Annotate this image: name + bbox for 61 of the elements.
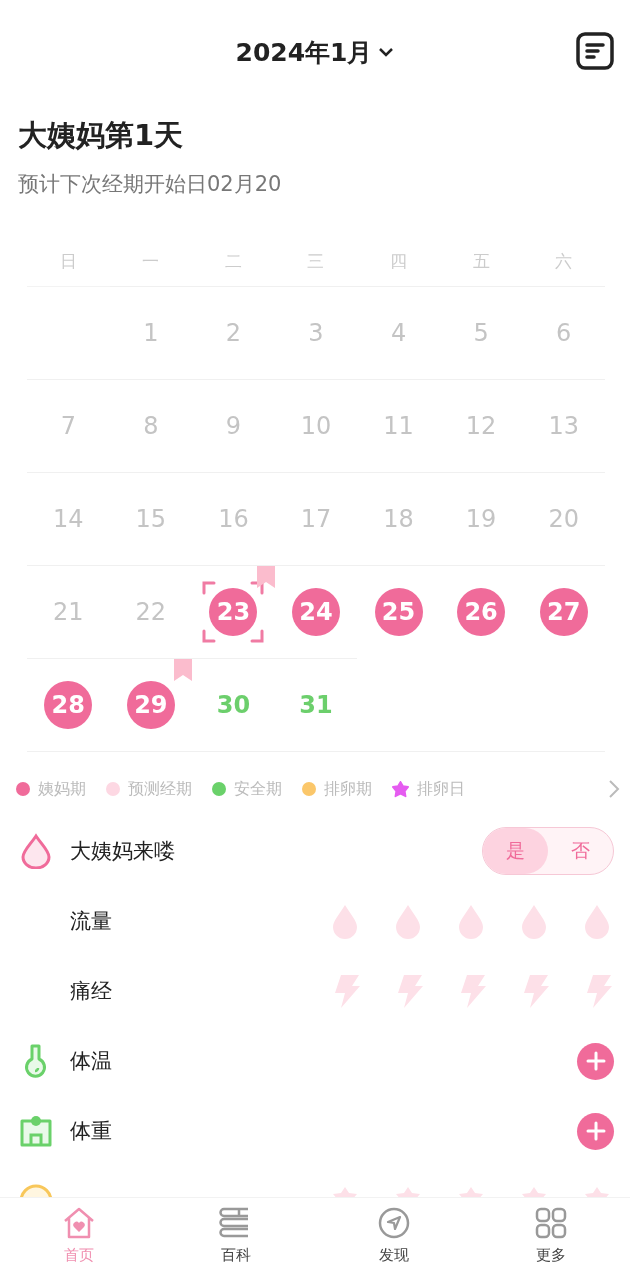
calendar-day[interactable]: 9	[209, 402, 258, 450]
nav-tab[interactable]: 更多	[472, 1198, 630, 1280]
period-day[interactable]: 26	[457, 588, 506, 636]
calendar-day[interactable]: 14	[44, 495, 93, 543]
calendar-day[interactable]: 18	[374, 495, 423, 543]
calendar-day[interactable]: 13	[539, 402, 588, 450]
calendar-day[interactable]: 30	[209, 681, 258, 729]
record-label: 大姨妈来喽	[70, 838, 175, 865]
period-day[interactable]: 28	[44, 681, 93, 729]
calendar-day[interactable]: 16	[209, 495, 258, 543]
record-label: 流量	[70, 908, 112, 935]
nav-tab[interactable]: 发现	[315, 1198, 473, 1280]
month-picker[interactable]: 2024年1月	[235, 35, 395, 69]
plus-icon	[585, 1121, 606, 1141]
calendar-day[interactable]: 11	[374, 402, 423, 450]
calendar-day[interactable]: 21	[44, 588, 93, 636]
notes-button[interactable]	[576, 32, 614, 70]
calendar-day[interactable]: 31	[292, 681, 340, 729]
calendar-day[interactable]: 8	[126, 402, 175, 450]
add-button[interactable]	[577, 1042, 614, 1080]
calendar-day[interactable]: 15	[126, 495, 175, 543]
calendar-day[interactable]: 17	[292, 495, 340, 543]
period-day[interactable]: 29	[126, 681, 175, 729]
caret-icon	[378, 46, 395, 58]
calendar-day[interactable]: 1	[126, 309, 175, 357]
calendar-day[interactable]: 12	[457, 402, 506, 450]
period-day[interactable]: 23	[209, 588, 258, 636]
legend-label: 姨妈期	[38, 778, 86, 800]
period-day[interactable]: 25	[374, 588, 423, 636]
legend-label: 预测经期	[128, 778, 192, 800]
calendar-day[interactable]: 7	[44, 402, 93, 450]
legend-label: 排卵期	[324, 778, 372, 800]
nav-tab[interactable]: 百科	[157, 1198, 315, 1280]
toggle-option[interactable]: 否	[548, 828, 613, 874]
legend-label: 排卵日	[417, 778, 465, 800]
calendar-day[interactable]: 5	[457, 309, 506, 357]
cycle-day-title: 大姨妈第1天	[18, 117, 185, 154]
period-day[interactable]: 24	[292, 588, 340, 636]
calendar-day[interactable]: 4	[374, 309, 423, 357]
legend-label: 安全期	[234, 778, 282, 800]
calendar-day[interactable]: 10	[292, 402, 340, 450]
add-button[interactable]	[577, 1112, 614, 1150]
next-period-text: 预计下次经期开始日02月20	[18, 171, 283, 198]
calendar-day[interactable]: 6	[539, 309, 588, 357]
compass-icon	[376, 1206, 411, 1240]
grid-icon	[534, 1206, 569, 1240]
calendar-day[interactable]: 19	[457, 495, 506, 543]
calendar-day[interactable]: 3	[292, 309, 340, 357]
chevron-right-icon[interactable]	[608, 779, 620, 799]
scale-icon	[18, 1113, 54, 1149]
nav-tab[interactable]: 首页	[0, 1198, 158, 1280]
calendar-day[interactable]: 2	[209, 309, 258, 357]
period-day[interactable]: 27	[539, 588, 588, 636]
record-label: 体重	[70, 1118, 112, 1145]
toggle-option[interactable]: 是	[483, 828, 548, 874]
record-label: 痛经	[70, 978, 112, 1005]
record-label: 体温	[70, 1048, 112, 1075]
list-icon	[576, 32, 614, 70]
plus-icon	[585, 1051, 606, 1071]
calendar-day[interactable]: 20	[539, 495, 588, 543]
calendar-day[interactable]: 22	[126, 588, 175, 636]
